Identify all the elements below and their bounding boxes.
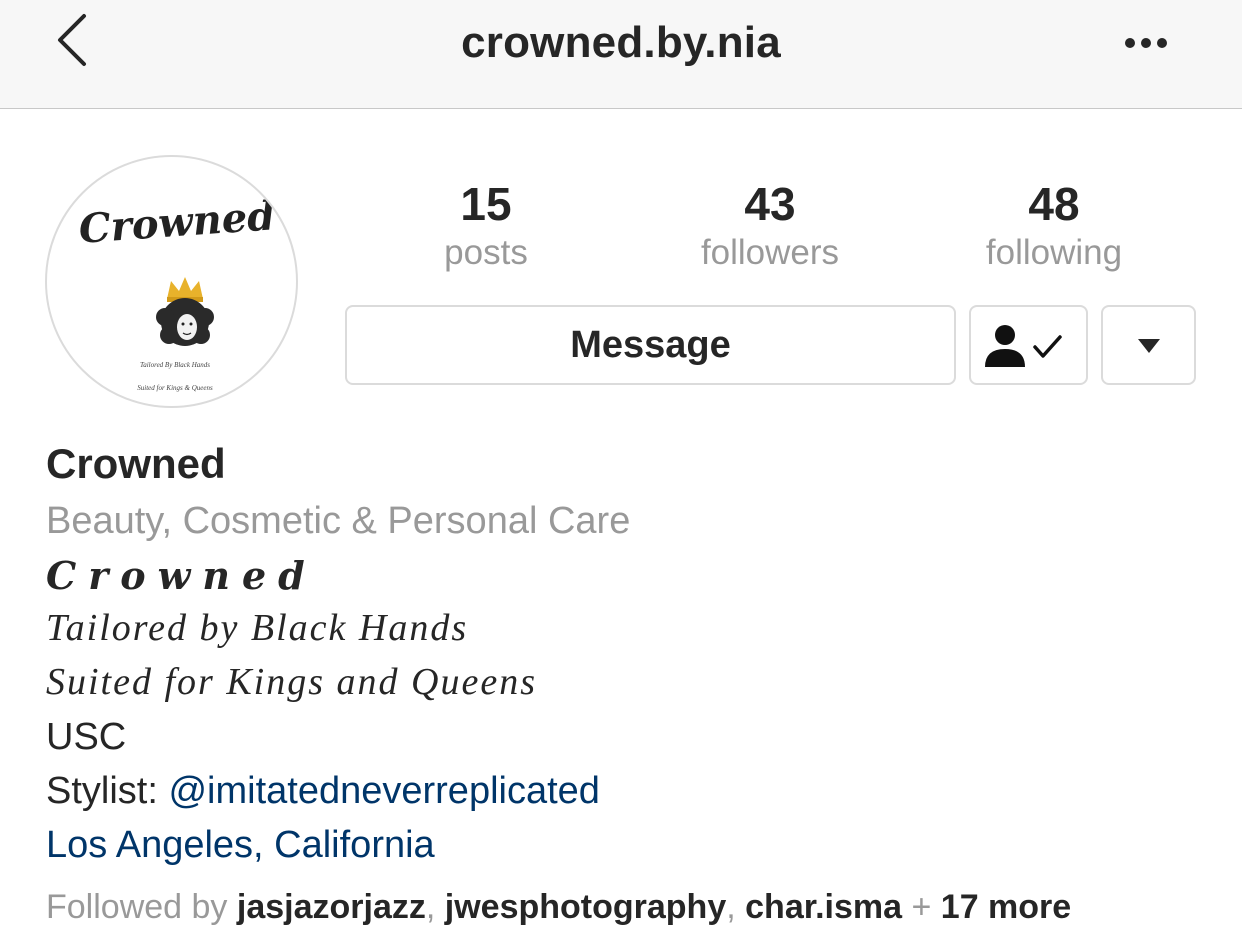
bio-line-stylist: Stylist: @imitatedneverreplicated: [46, 770, 1226, 813]
avatar-illustration: Tailored By Black Hands Suited for Kings…: [137, 277, 214, 392]
followers-count: 43: [744, 178, 796, 230]
followed-by-line[interactable]: Followed by jasjazorjazz, jwesphotograph…: [46, 888, 1226, 927]
bio-line-school: USC: [46, 716, 127, 758]
suggestions-dropdown-button[interactable]: [1101, 305, 1196, 385]
stylist-prefix: Stylist:: [46, 770, 169, 812]
followed-more-count[interactable]: 17 more: [941, 888, 1071, 926]
follower-user-1[interactable]: jasjazorjazz: [237, 888, 426, 926]
stat-followers[interactable]: 43 followers: [660, 178, 880, 276]
page-title: crowned.by.nia: [461, 18, 781, 67]
following-status-button[interactable]: [969, 305, 1088, 385]
followers-label: followers: [700, 233, 840, 272]
message-button[interactable]: Message: [345, 305, 956, 385]
bio-line-tagline-1: Tailored by Black Hands: [46, 607, 469, 649]
top-nav-bar: crowned.by.nia: [0, 0, 1242, 109]
more-horizontal-icon: [1125, 38, 1167, 48]
more-options-button[interactable]: [1120, 28, 1172, 58]
person-check-icon: [985, 325, 1062, 367]
posts-count: 15: [460, 178, 512, 230]
profile-avatar[interactable]: Crowned Tailored By Black Hands Suited f…: [45, 155, 298, 408]
followed-plus: +: [902, 888, 941, 926]
stat-posts[interactable]: 15 posts: [376, 178, 596, 276]
following-label: following: [985, 233, 1123, 272]
profile-category: Beauty, Cosmetic & Personal Care: [46, 500, 631, 542]
stat-following[interactable]: 48 following: [944, 178, 1164, 276]
bio-line-tagline-2: Suited for Kings and Queens: [46, 661, 537, 703]
woman-silhouette-icon: [156, 298, 214, 346]
followed-separator-1: ,: [425, 888, 445, 926]
followed-separator-2: ,: [726, 888, 746, 926]
posts-label: posts: [444, 233, 528, 272]
message-button-label: Message: [570, 324, 731, 366]
avatar-fine-print-1: Tailored By Black Hands: [140, 361, 210, 369]
profile-name: Crowned: [46, 440, 226, 487]
follower-user-3[interactable]: char.isma: [745, 888, 902, 926]
stylist-handle-link[interactable]: @imitatedneverreplicated: [168, 770, 599, 812]
followed-by-prefix: Followed by: [46, 888, 237, 926]
avatar-fine-print-2: Suited for Kings & Queens: [137, 384, 213, 392]
following-count: 48: [1028, 178, 1080, 230]
caret-down-icon: [1138, 339, 1160, 353]
bio-line-brand: Crowned: [46, 553, 317, 598]
location-link[interactable]: Los Angeles, California: [46, 824, 1226, 867]
follower-user-2[interactable]: jwesphotography: [445, 888, 726, 926]
